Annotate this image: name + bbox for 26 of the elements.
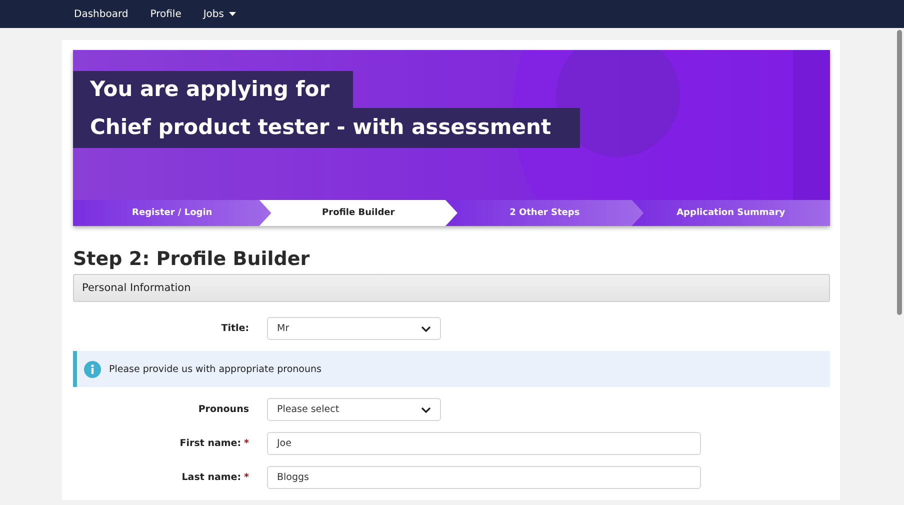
nav-link[interactable]: Profile xyxy=(150,8,182,20)
progress-step[interactable]: Profile Builder xyxy=(259,200,458,226)
nav-link[interactable]: Dashboard xyxy=(74,8,128,20)
chevron-down-icon xyxy=(421,406,431,412)
nav-link[interactable]: Jobs xyxy=(203,8,236,20)
progress-step[interactable]: Register / Login xyxy=(73,200,272,226)
field-label: Last name: xyxy=(182,472,242,483)
required-mark: * xyxy=(244,472,249,483)
select-field[interactable]: Please select xyxy=(267,398,441,421)
field-label: Title: xyxy=(221,323,249,334)
info-text: Please provide us with appropriate pronouns xyxy=(109,364,322,374)
field-label: Pronouns xyxy=(198,404,249,415)
section-header: Personal Information xyxy=(73,274,830,302)
scrollbar-thumb[interactable] xyxy=(897,30,902,315)
required-mark: * xyxy=(244,438,249,449)
field-label: First name: xyxy=(180,438,242,449)
page-heading: Step 2: Profile Builder xyxy=(73,248,311,270)
select-field[interactable]: Mr xyxy=(267,317,441,340)
job-title: Chief product tester - with assessment xyxy=(73,108,580,148)
progress-step[interactable]: 2 Other Steps xyxy=(446,200,644,226)
progress-step[interactable]: Application Summary xyxy=(632,200,830,226)
banner-lead: You are applying for xyxy=(73,71,353,108)
input-field[interactable]: Joe xyxy=(267,432,701,455)
info-icon xyxy=(84,360,101,378)
chevron-down-icon xyxy=(421,326,431,332)
input-field[interactable]: Bloggs xyxy=(267,466,701,489)
